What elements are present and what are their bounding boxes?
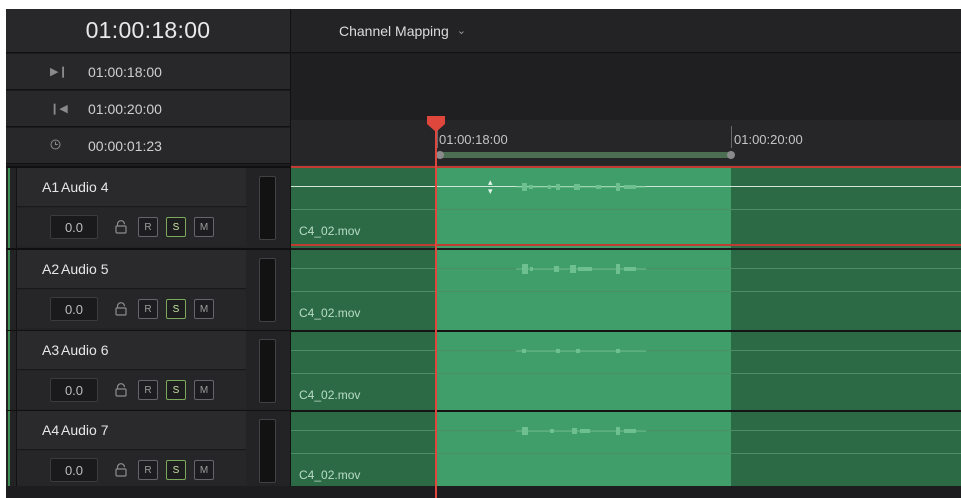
selected-track-border-top (291, 166, 961, 168)
volume-adjust-icon[interactable]: ▴ ▾ (488, 178, 493, 196)
current-timecode[interactable]: 01:00:18:00 (6, 9, 290, 53)
track-controls-row: 0.0 R S M (17, 208, 246, 246)
audio-level-meter (259, 339, 276, 403)
clip-divider (291, 209, 961, 210)
audio-level-meter (259, 176, 276, 240)
track-name[interactable]: Audio 5 (61, 261, 108, 277)
track-title-row: A3 Audio 6 (17, 331, 246, 370)
clip-name: C4_02.mov (299, 388, 361, 402)
ruler-label-2: 01:00:20:00 (734, 132, 803, 147)
mute-button[interactable]: M (194, 460, 214, 480)
channel-mapping-label: Channel Mapping (339, 22, 449, 39)
audio-timeline-window: 01:00:18:00 ▶❙ 01:00:18:00 ❙◀ 01:00:20:0… (6, 9, 961, 498)
track-header-a3[interactable]: A3 Audio 6 0.0 R S M (6, 331, 290, 411)
mute-button[interactable]: M (194, 299, 214, 319)
audio-lane-a1[interactable]: ▴ ▾ C4_02.mov (291, 168, 961, 248)
audio-lane-a2[interactable]: C4_02.mov (291, 250, 961, 330)
audio-level-meter (259, 258, 276, 322)
record-arm-button[interactable]: R (138, 217, 158, 237)
audio-waveform (516, 349, 646, 353)
solo-button[interactable]: S (166, 460, 186, 480)
track-active-indicator (8, 168, 10, 248)
in-point-icon: ▶❙ (50, 66, 68, 78)
clip-divider (291, 373, 961, 374)
chevron-down-icon: ⌄ (456, 25, 466, 37)
record-arm-button[interactable]: R (138, 380, 158, 400)
selected-range-highlight (437, 250, 731, 330)
mute-button[interactable]: M (194, 217, 214, 237)
solo-button[interactable]: S (166, 380, 186, 400)
track-title-row: A2 Audio 5 (17, 250, 246, 289)
track-active-indicator (8, 250, 10, 330)
audio-waveform (516, 264, 646, 274)
track-header-a4[interactable]: A4 Audio 7 0.0 R S M (6, 411, 290, 491)
solo-button[interactable]: S (166, 299, 186, 319)
track-active-indicator (8, 411, 10, 491)
track-header-a1[interactable]: A1 Audio 4 0.0 R S M (6, 168, 290, 248)
record-arm-button[interactable]: R (138, 299, 158, 319)
track-controls-row: 0.0 R S M (17, 451, 246, 489)
out-point-handle[interactable] (727, 151, 735, 159)
track-header-a2[interactable]: A2 Audio 5 0.0 R S M (6, 250, 290, 330)
track-title-row: A1 Audio 4 (17, 168, 246, 207)
audio-level-meter (259, 419, 276, 483)
track-id: A4 (42, 422, 60, 438)
track-name[interactable]: Audio 4 (61, 179, 108, 195)
track-active-indicator (8, 331, 10, 411)
in-point-row[interactable]: ▶❙ 01:00:18:00 (6, 54, 290, 90)
out-point-timecode: 01:00:20:00 (88, 100, 162, 117)
selected-track-border-bottom (291, 244, 961, 246)
track-controls-row: 0.0 R S M (17, 290, 246, 328)
in-point-handle[interactable] (436, 151, 444, 159)
track-volume-field[interactable]: 0.0 (50, 378, 98, 402)
audio-lane-a4[interactable]: C4_02.mov (291, 412, 961, 492)
clip-name: C4_02.mov (299, 306, 361, 320)
selected-range-highlight (437, 332, 731, 412)
in-point-timecode: 01:00:18:00 (88, 63, 162, 80)
ruler-label-1: 01:00:18:00 (439, 132, 508, 147)
track-name[interactable]: Audio 7 (61, 422, 108, 438)
audio-waveform (516, 427, 646, 435)
playhead-line[interactable] (435, 121, 437, 498)
duration-timecode: 00:00:01:23 (88, 137, 162, 154)
clock-icon (6, 139, 88, 153)
ruler-tick (731, 126, 732, 148)
timeline-ruler[interactable]: 01:00:18:00 01:00:20:00 (291, 120, 961, 166)
channel-mapping-menu[interactable]: Channel Mapping ⌄ (291, 9, 961, 53)
lock-icon[interactable] (112, 461, 130, 479)
audio-waveform (516, 183, 646, 191)
track-title-row: A4 Audio 7 (17, 411, 246, 450)
solo-button[interactable]: S (166, 217, 186, 237)
playhead-marker-icon[interactable] (426, 116, 446, 132)
clip-divider (291, 453, 961, 454)
track-id: A3 (42, 342, 60, 358)
clip-divider (291, 291, 961, 292)
in-out-range-bar[interactable] (440, 152, 731, 158)
out-point-icon: ❙◀ (50, 103, 68, 115)
lock-icon[interactable] (112, 381, 130, 399)
lock-icon[interactable] (112, 218, 130, 236)
track-id: A1 (42, 179, 60, 195)
track-id: A2 (42, 261, 60, 277)
clip-name: C4_02.mov (299, 468, 361, 482)
track-name[interactable]: Audio 6 (61, 342, 108, 358)
clip-name: C4_02.mov (299, 224, 361, 238)
bottom-strip (6, 486, 961, 498)
track-controls-row: 0.0 R S M (17, 371, 246, 409)
mute-button[interactable]: M (194, 380, 214, 400)
selected-range-highlight (437, 168, 731, 248)
out-point-row[interactable]: ❙◀ 01:00:20:00 (6, 91, 290, 127)
duration-row[interactable]: 00:00:01:23 (6, 128, 290, 164)
audio-lane-a3[interactable]: C4_02.mov (291, 332, 961, 412)
track-volume-field[interactable]: 0.0 (50, 215, 98, 239)
selected-range-highlight (437, 412, 731, 492)
lock-icon[interactable] (112, 300, 130, 318)
record-arm-button[interactable]: R (138, 460, 158, 480)
track-volume-field[interactable]: 0.0 (50, 458, 98, 482)
track-volume-field[interactable]: 0.0 (50, 297, 98, 321)
timeline-blank-area (291, 54, 961, 120)
